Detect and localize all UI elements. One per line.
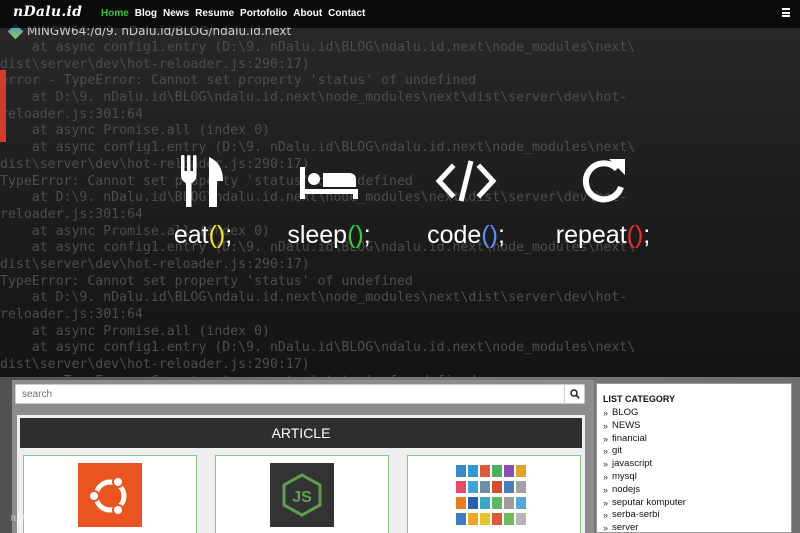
- nav-item-news[interactable]: News: [163, 8, 189, 19]
- double-chevron-icon: »: [603, 459, 609, 470]
- category-item[interactable]: » mysql: [603, 471, 686, 484]
- site-logo[interactable]: nDalu.id: [13, 4, 82, 20]
- category-item[interactable]: » git: [603, 445, 686, 458]
- nav-item-about[interactable]: About: [293, 8, 322, 19]
- category-label: financial: [612, 432, 647, 444]
- repeat-block: repeat();: [533, 153, 673, 253]
- category-item[interactable]: » BLOG: [603, 407, 686, 420]
- red-accent-bar: [0, 70, 6, 142]
- article-card[interactable]: JS: [215, 455, 389, 533]
- terminal-line: dist\server\dev\hot-reloader.js:290:17): [0, 357, 310, 373]
- ubuntu-logo: [77, 462, 143, 528]
- category-label: seputar komputer: [612, 496, 686, 508]
- nav-item-home[interactable]: Home: [101, 8, 129, 19]
- eat-block: eat();: [133, 153, 273, 253]
- double-chevron-icon: »: [603, 484, 609, 495]
- terminal-line: TypeError: Cannot set property 'status' …: [0, 273, 413, 289]
- terminal-line: at async config1.entry (D:\9. nDalu.id\B…: [0, 340, 636, 356]
- top-navbar: nDalu.id Home Blog News Resume Portofoli…: [0, 0, 800, 28]
- code-block: code();: [396, 153, 536, 253]
- category-label: nodejs: [612, 483, 641, 495]
- double-chevron-icon: »: [603, 471, 609, 482]
- terminal-line: error - TypeError: Cannot set property '…: [0, 73, 477, 89]
- category-label: javascript: [612, 458, 653, 470]
- nodejs-logo: JS: [269, 462, 335, 528]
- double-chevron-icon: »: [603, 408, 609, 418]
- nav-item-contact[interactable]: Contact: [328, 8, 365, 19]
- double-chevron-icon: »: [603, 446, 609, 457]
- nav-menu: Home Blog News Resume Portofolio About C…: [101, 8, 365, 19]
- category-item[interactable]: » server: [603, 522, 686, 533]
- terminal-line: at async Promise.all (index 0): [0, 323, 270, 339]
- article-card[interactable]: [407, 455, 581, 533]
- double-chevron-icon: »: [603, 420, 609, 431]
- terminal-line: dist\server\dev\hot-reloader.js:290:17): [0, 56, 310, 72]
- terminal-line: at D:\9. nDalu.id\BLOG\ndalu.id.next\nod…: [0, 90, 628, 106]
- eat-text: eat();: [173, 221, 233, 249]
- category-label: mysql: [612, 470, 637, 482]
- category-item[interactable]: » serba-serbi: [603, 509, 686, 522]
- category-item[interactable]: » financial: [603, 433, 686, 446]
- terminal-line: reloader.js:301:64: [0, 307, 143, 322]
- category-list: » BLOG» NEWS» financial» git» javascript» mysq…: [603, 407, 686, 533]
- terminal-line: reloader.js:301:64: [0, 106, 143, 122]
- article-header: ARTICLE: [20, 418, 582, 448]
- content-area: ARTICLE JS: [0, 377, 800, 533]
- repeat-text: repeat();: [555, 221, 651, 249]
- search-bar: [15, 384, 585, 404]
- nav-item-portofolio[interactable]: Portofolio: [240, 8, 287, 19]
- category-label: BLOG: [612, 407, 639, 418]
- search-icon: [569, 389, 580, 399]
- category-title: LIST CATEGORY: [603, 394, 675, 404]
- watermark-logo: nDalu.id: [10, 513, 53, 524]
- category-item[interactable]: » nodejs: [603, 484, 686, 497]
- search-button[interactable]: [564, 385, 584, 403]
- terminal-line: at async Promise.all (index 0): [0, 123, 270, 139]
- utensils-icon: [133, 153, 273, 209]
- main-column: ARTICLE JS: [12, 380, 594, 533]
- category-item[interactable]: » NEWS: [603, 420, 686, 433]
- category-item[interactable]: » javascript: [603, 458, 686, 471]
- category-label: git: [612, 445, 623, 457]
- redo-icon: [533, 153, 673, 209]
- search-input[interactable]: [16, 385, 561, 403]
- code-icon: [396, 153, 536, 209]
- sleep-text: sleep();: [287, 221, 371, 249]
- bed-icon: [259, 153, 399, 209]
- code-text: code();: [427, 221, 505, 249]
- category-label: serba-serbi: [612, 509, 660, 521]
- svg-text:JS: JS: [292, 489, 312, 506]
- category-item[interactable]: » seputar komputer: [603, 497, 686, 510]
- category-label: NEWS: [612, 419, 641, 431]
- double-chevron-icon: »: [603, 497, 609, 508]
- terminal-line: at D:\9. nDalu.id\BLOG\ndalu.id.next\nod…: [0, 290, 628, 306]
- category-sidebar: LIST CATEGORY » BLOG» NEWS» financial» git» j…: [596, 383, 792, 533]
- double-chevron-icon: »: [603, 510, 609, 521]
- double-chevron-icon: »: [603, 523, 609, 533]
- hero-banner: MINGW64:/d/9. nDalu.id/BLOG/ndalu.id.nex…: [0, 0, 800, 377]
- hamburger-menu-icon[interactable]: [782, 8, 790, 17]
- sleep-block: sleep();: [259, 153, 399, 253]
- category-label: server: [612, 522, 639, 533]
- nav-item-blog[interactable]: Blog: [135, 8, 157, 19]
- terminal-line: dist\server\dev\hot-reloader.js:290:17): [0, 256, 310, 272]
- double-chevron-icon: »: [603, 433, 609, 444]
- article-panel: ARTICLE JS: [17, 415, 585, 533]
- file-type-icons: [454, 462, 534, 528]
- nav-item-resume[interactable]: Resume: [195, 8, 234, 19]
- terminal-line: at async config1.entry (D:\9. nDalu.id\B…: [0, 40, 636, 55]
